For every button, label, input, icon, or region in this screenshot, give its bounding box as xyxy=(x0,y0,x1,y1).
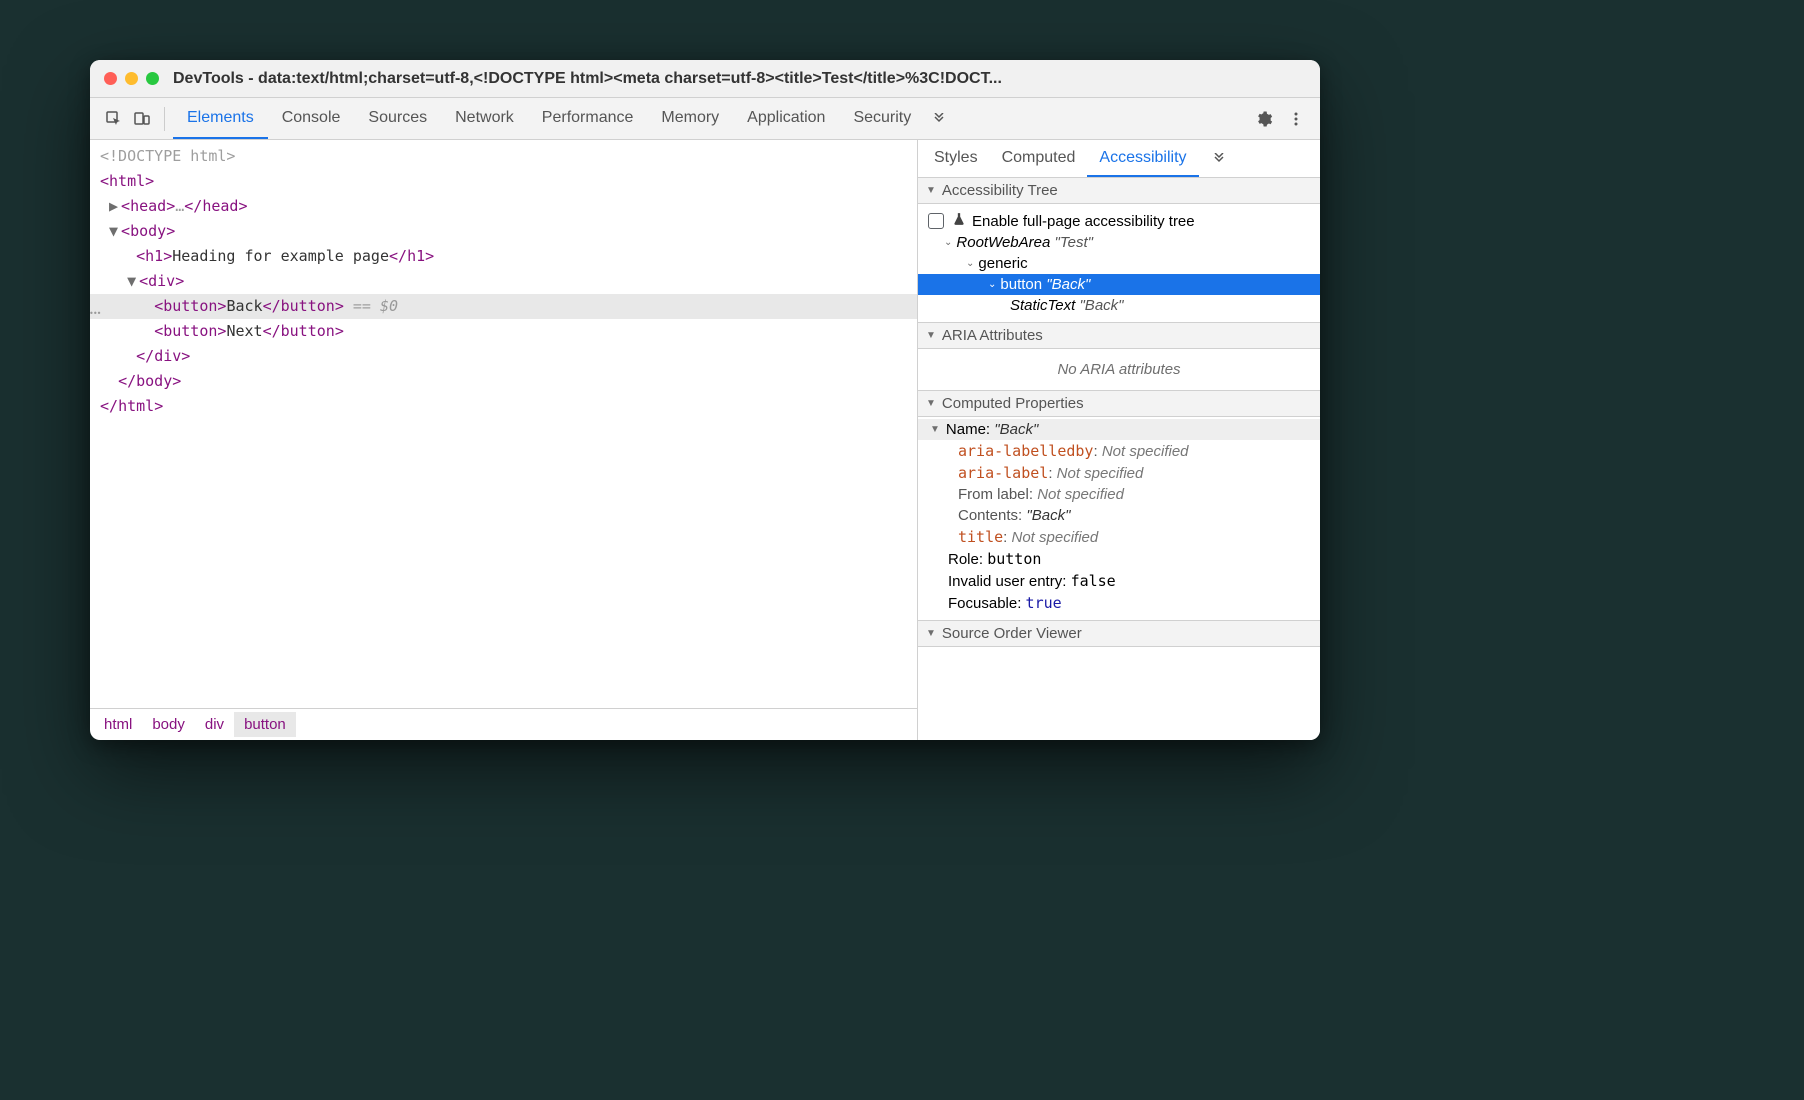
prop-invalid: Invalid user entry: false xyxy=(918,570,1320,592)
prop-from-label: From label: Not specified xyxy=(918,484,1320,505)
ax-node-button-selected[interactable]: ⌄ button "Back" xyxy=(918,274,1320,295)
tab-application[interactable]: Application xyxy=(733,98,839,139)
more-tabs-icon[interactable] xyxy=(925,105,953,133)
devtools-window: DevTools - data:text/html;charset=utf-8,… xyxy=(90,60,1320,740)
dom-line[interactable]: ▼<div> xyxy=(90,269,917,294)
toolbar-right xyxy=(1250,105,1310,133)
checkbox-icon[interactable] xyxy=(928,213,944,229)
tab-console[interactable]: Console xyxy=(268,98,355,139)
sidebar-tabs: Styles Computed Accessibility xyxy=(918,140,1320,178)
tab-performance[interactable]: Performance xyxy=(528,98,648,139)
disclosure-down-icon[interactable]: ▼ xyxy=(109,219,121,244)
disclosure-down-icon: ▼ xyxy=(926,628,936,639)
elements-panel: <!DOCTYPE html> <html> ▶<head>…</head> ▼… xyxy=(90,140,918,740)
tab-security[interactable]: Security xyxy=(839,98,925,139)
titlebar: DevTools - data:text/html;charset=utf-8,… xyxy=(90,60,1320,98)
flask-icon xyxy=(952,212,966,230)
prop-aria-labelledby: aria-labelledby: Not specified xyxy=(918,440,1320,462)
main-toolbar: Elements Console Sources Network Perform… xyxy=(90,98,1320,140)
settings-icon[interactable] xyxy=(1250,105,1278,133)
ax-node-generic[interactable]: ⌄ generic xyxy=(918,253,1320,274)
panel-tabs: Elements Console Sources Network Perform… xyxy=(173,98,953,139)
dom-line[interactable]: <html> xyxy=(90,169,917,194)
dom-line[interactable]: <!DOCTYPE html> xyxy=(90,144,917,169)
toolbar-divider xyxy=(164,107,165,131)
window-title: DevTools - data:text/html;charset=utf-8,… xyxy=(173,70,1002,88)
tab-sources[interactable]: Sources xyxy=(354,98,441,139)
dom-line[interactable]: ▶<head>…</head> xyxy=(90,194,917,219)
tab-accessibility[interactable]: Accessibility xyxy=(1087,140,1198,177)
tab-elements[interactable]: Elements xyxy=(173,98,268,139)
tab-memory[interactable]: Memory xyxy=(647,98,733,139)
disclosure-down-icon[interactable]: ⌄ xyxy=(966,258,974,269)
section-source-order[interactable]: ▼ Source Order Viewer xyxy=(918,620,1320,647)
section-aria-attributes[interactable]: ▼ ARIA Attributes xyxy=(918,322,1320,349)
section-accessibility-tree[interactable]: ▼ Accessibility Tree xyxy=(918,178,1320,204)
dom-line[interactable]: </html> xyxy=(90,394,917,419)
no-aria-message: No ARIA attributes xyxy=(918,349,1320,390)
crumb-div[interactable]: div xyxy=(195,712,234,737)
prop-title: title: Not specified xyxy=(918,526,1320,548)
tab-network[interactable]: Network xyxy=(441,98,528,139)
crumb-html[interactable]: html xyxy=(94,712,142,737)
section-computed-properties[interactable]: ▼ Computed Properties xyxy=(918,390,1320,417)
disclosure-down-icon[interactable]: ▼ xyxy=(127,269,139,294)
accessibility-pane: ▼ Accessibility Tree Enable full-page ac… xyxy=(918,178,1320,740)
crumb-button[interactable]: button xyxy=(234,712,296,737)
sidebar-panel: Styles Computed Accessibility ▼ Accessib… xyxy=(918,140,1320,740)
disclosure-down-icon[interactable]: ⌄ xyxy=(988,279,996,290)
dom-line[interactable]: </div> xyxy=(90,344,917,369)
zoom-icon[interactable] xyxy=(146,72,159,85)
tab-computed[interactable]: Computed xyxy=(990,140,1088,177)
enable-full-tree-row[interactable]: Enable full-page accessibility tree xyxy=(918,210,1320,232)
disclosure-down-icon: ▼ xyxy=(926,185,936,196)
computed-properties-body: ▼ Name: "Back" aria-labelledby: Not spec… xyxy=(918,417,1320,620)
minimize-icon[interactable] xyxy=(125,72,138,85)
dom-line-selected[interactable]: <button>Back</button> == $0 xyxy=(90,294,917,319)
close-icon[interactable] xyxy=(104,72,117,85)
disclosure-down-icon: ▼ xyxy=(926,398,936,409)
breadcrumb: html body div button xyxy=(90,708,917,740)
dom-line[interactable]: <h1>Heading for example page</h1> xyxy=(90,244,917,269)
traffic-lights xyxy=(104,72,159,85)
main-content: <!DOCTYPE html> <html> ▶<head>…</head> ▼… xyxy=(90,140,1320,740)
dom-line[interactable]: ▼<body> xyxy=(90,219,917,244)
dom-line[interactable]: <button>Next</button> xyxy=(90,319,917,344)
disclosure-right-icon[interactable]: ▶ xyxy=(109,194,121,219)
crumb-body[interactable]: body xyxy=(142,712,195,737)
kebab-menu-icon[interactable] xyxy=(1282,105,1310,133)
dom-tree[interactable]: <!DOCTYPE html> <html> ▶<head>…</head> ▼… xyxy=(90,140,917,708)
disclosure-down-icon[interactable]: ⌄ xyxy=(944,237,952,248)
prop-contents: Contents: "Back" xyxy=(918,505,1320,526)
disclosure-down-icon: ▼ xyxy=(930,424,940,435)
dom-line[interactable]: </body> xyxy=(90,369,917,394)
device-toolbar-icon[interactable] xyxy=(128,105,156,133)
ax-node-root[interactable]: ⌄ RootWebArea "Test" xyxy=(918,232,1320,253)
tab-styles[interactable]: Styles xyxy=(922,140,990,177)
ax-node-static-text[interactable]: StaticText "Back" xyxy=(918,295,1320,316)
prop-focusable: Focusable: true xyxy=(918,592,1320,614)
more-sidebar-tabs-icon[interactable] xyxy=(1205,145,1233,173)
inspect-element-icon[interactable] xyxy=(100,105,128,133)
prop-aria-label: aria-label: Not specified xyxy=(918,462,1320,484)
disclosure-down-icon: ▼ xyxy=(926,330,936,341)
prop-name[interactable]: ▼ Name: "Back" xyxy=(918,419,1320,440)
prop-role: Role: button xyxy=(918,548,1320,570)
accessibility-tree-body: Enable full-page accessibility tree ⌄ Ro… xyxy=(918,204,1320,322)
